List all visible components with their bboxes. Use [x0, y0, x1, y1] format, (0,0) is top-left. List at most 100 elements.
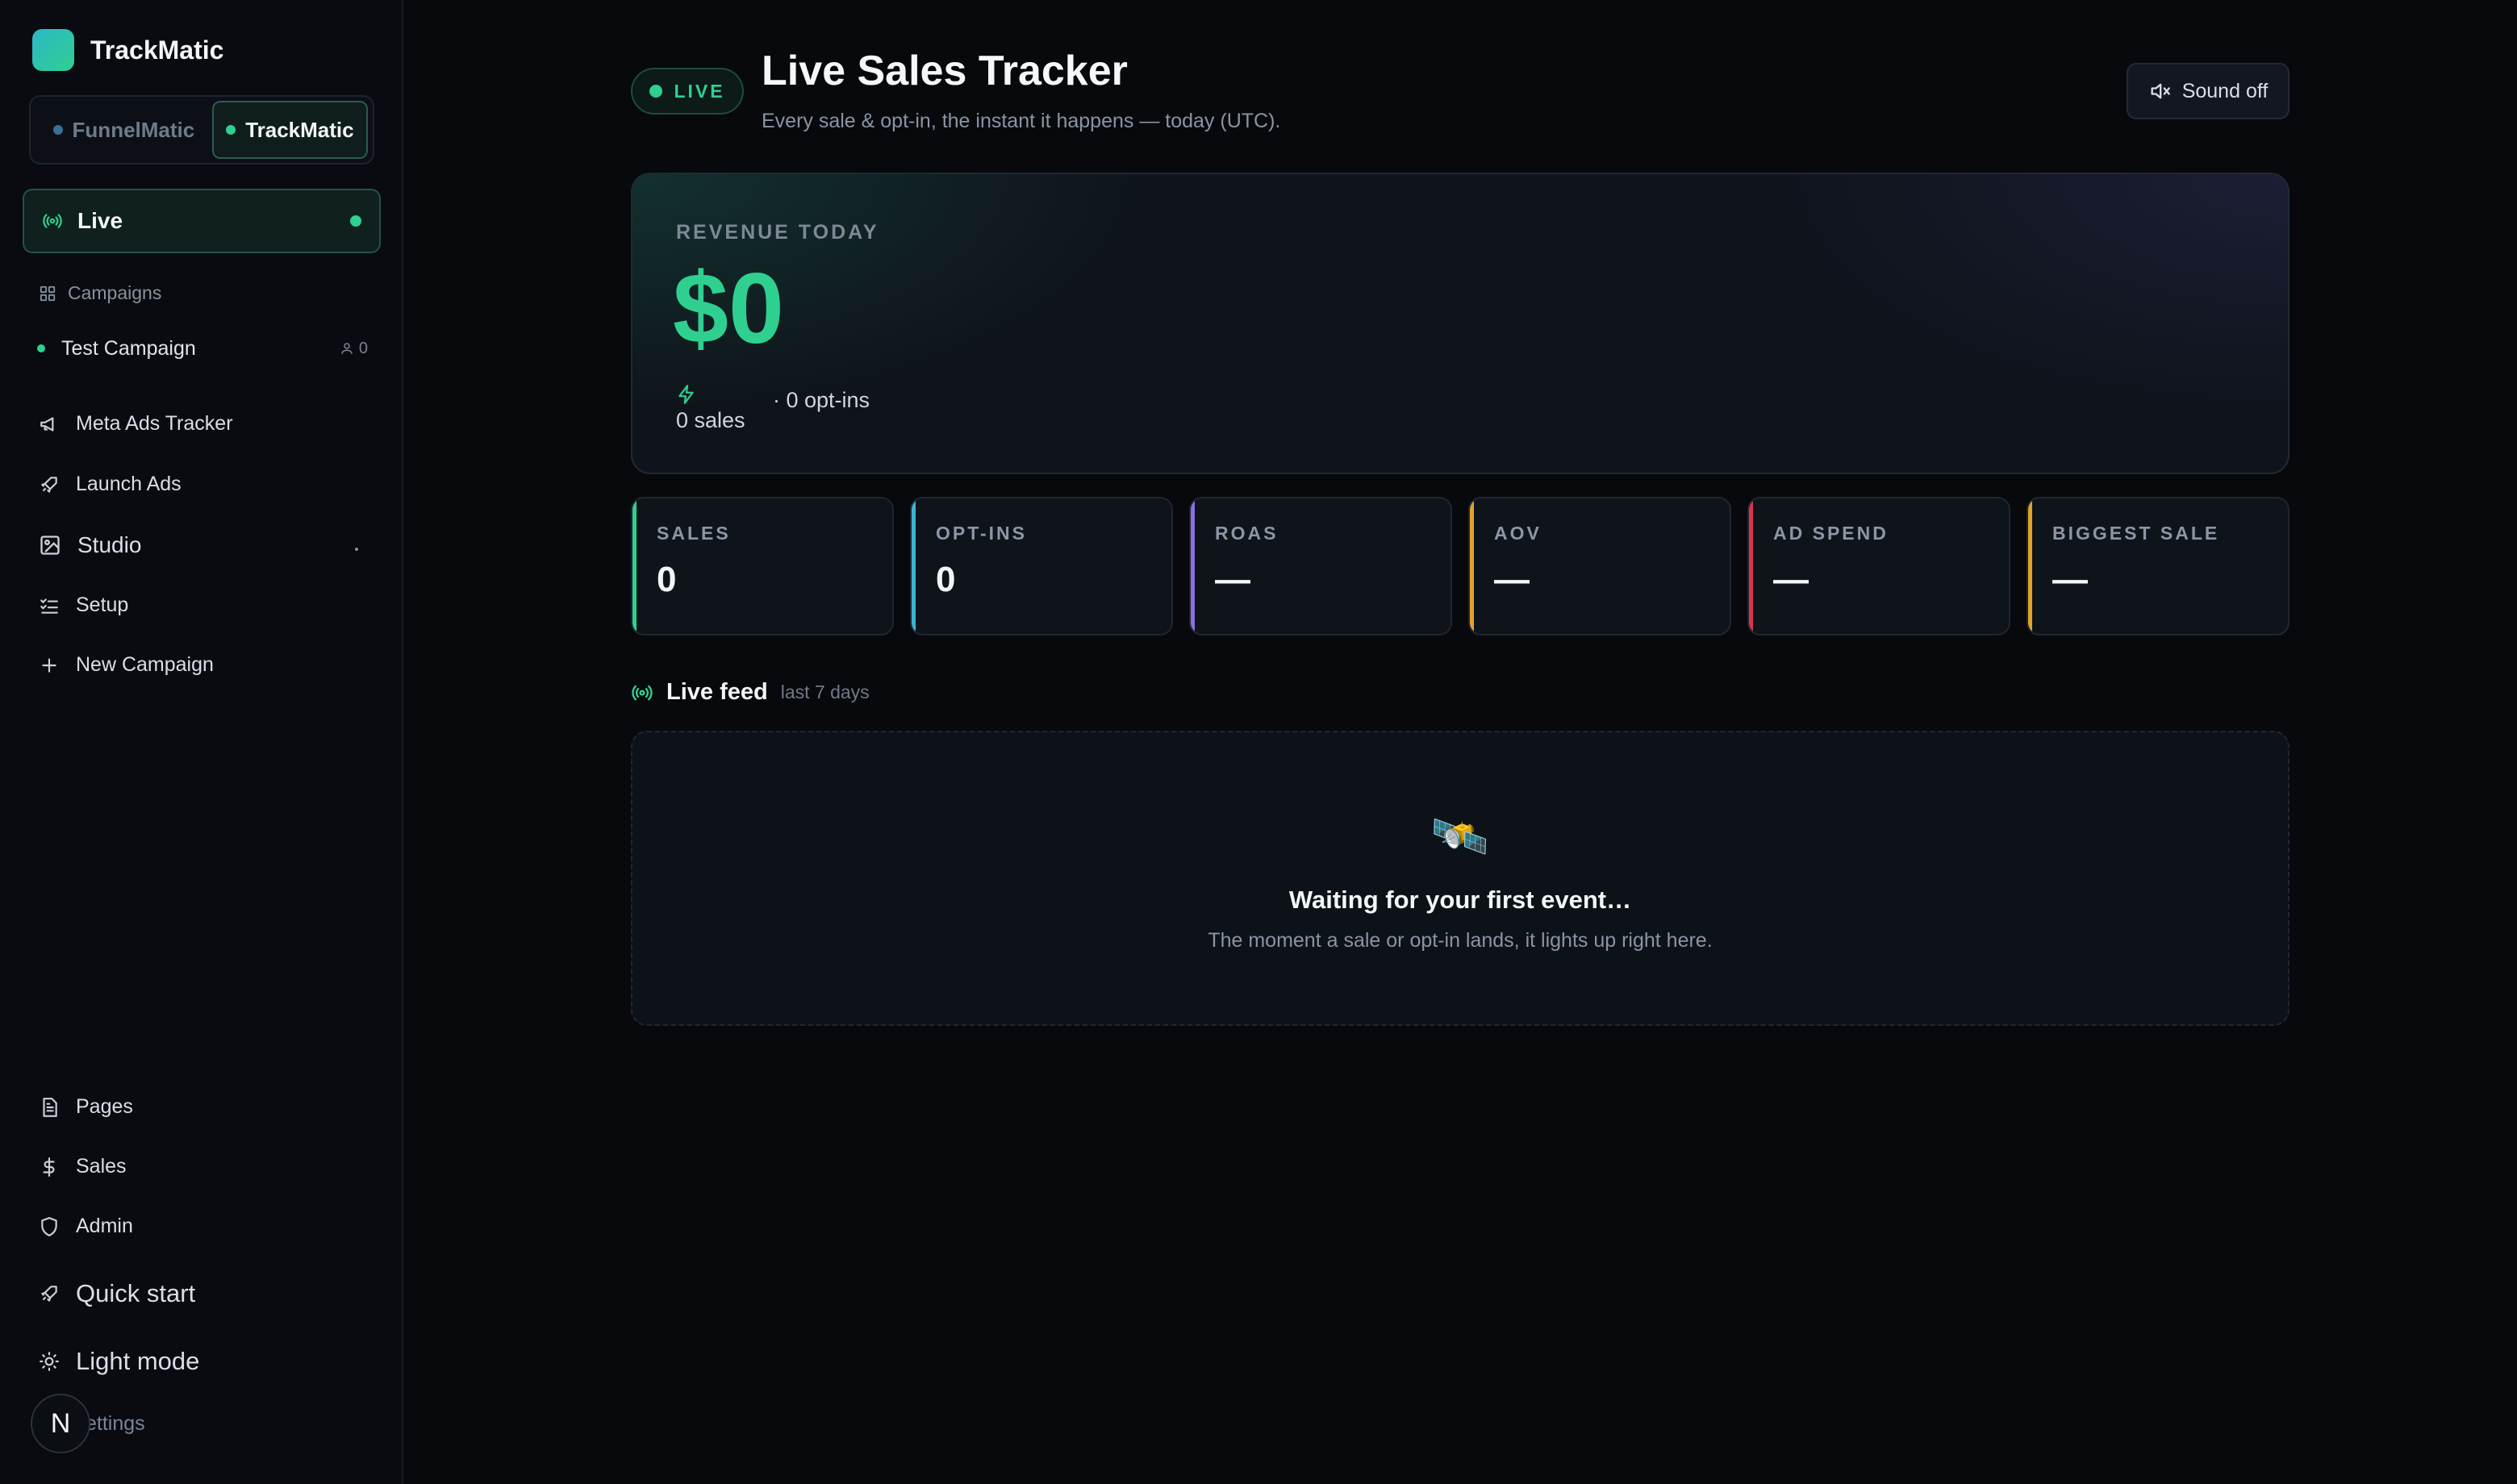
- stat-accent-bar: [1749, 498, 1753, 634]
- campaign-name: Test Campaign: [61, 336, 196, 360]
- campaign-status-dot: [37, 344, 45, 352]
- campaigns-heading-label: Campaigns: [68, 282, 162, 303]
- stat-accent-bar: [1191, 498, 1195, 634]
- stat-value: —: [2052, 560, 2088, 599]
- page-title: Live Sales Tracker: [762, 48, 1128, 94]
- user-icon: [341, 343, 353, 354]
- stats-row: SALES 0 OPT-INS 0 ROAS — AOV — AD SPEND …: [631, 497, 2290, 636]
- stat-label: BIGGEST SALE: [2052, 523, 2220, 544]
- live-feed-range: last 7 days: [780, 682, 870, 702]
- sidebar-item-label: Pages: [76, 1095, 133, 1118]
- image-edit-icon: [39, 534, 61, 556]
- stat-label: AOV: [1494, 523, 1542, 544]
- revenue-card: REVENUE TODAY $0 0 sales · 0 opt-ins: [631, 173, 2290, 474]
- revenue-value: $0: [673, 253, 784, 365]
- brand-name: TrackMatic: [90, 35, 224, 65]
- sidebar-item-label: Studio: [77, 532, 142, 557]
- sidebar-item-label: Quick start: [76, 1279, 196, 1307]
- stat-card-biggest-sale: BIGGEST SALE —: [2027, 497, 2290, 636]
- sidebar-item-studio[interactable]: Studio: [39, 532, 141, 558]
- document-icon: [39, 1097, 60, 1118]
- sidebar-item-label: Light mode: [76, 1347, 200, 1375]
- grid-icon: [39, 285, 56, 302]
- switch-funnelmatic-label: FunnelMatic: [72, 117, 195, 142]
- status-dot: [226, 125, 236, 135]
- rocket-icon: [39, 474, 60, 495]
- light-mode-toggle[interactable]: Light mode: [39, 1347, 199, 1376]
- switch-trackmatic-button[interactable]: TrackMatic: [211, 101, 368, 159]
- switch-trackmatic-label: TrackMatic: [245, 117, 354, 142]
- stat-card-sales: SALES 0: [631, 497, 894, 636]
- sidebar-item-live[interactable]: Live: [23, 189, 381, 253]
- stat-label: AD SPEND: [1773, 523, 1889, 544]
- sidebar-item-label: New Campaign: [76, 653, 214, 676]
- live-feed-empty-state: 🛰️ Waiting for your first event… The mom…: [631, 731, 2290, 1026]
- sidebar-item-label: Setup: [76, 594, 129, 616]
- lightning-icon: [676, 384, 697, 405]
- stat-value: —: [1215, 560, 1250, 599]
- stat-accent-bar: [1470, 498, 1474, 634]
- campaign-count-value: 0: [358, 339, 368, 357]
- live-badge-label: LIVE: [674, 80, 725, 102]
- sidebar-item-settings[interactable]: ettings: [86, 1412, 145, 1436]
- sidebar-item-meta-ads-tracker[interactable]: Meta Ads Tracker: [39, 412, 233, 436]
- broadcast-icon: [631, 682, 653, 704]
- sidebar-item-label: Sales: [76, 1155, 127, 1178]
- stat-value: 0: [657, 560, 677, 599]
- stat-value: 0: [936, 560, 956, 599]
- status-dot: [52, 125, 63, 135]
- stat-label: SALES: [657, 523, 731, 544]
- page-subtitle: Every sale & opt-in, the instant it happ…: [762, 110, 1281, 132]
- stat-card-roas: ROAS —: [1189, 497, 1452, 636]
- sidebar-item-label: Meta Ads Tracker: [76, 412, 233, 435]
- sidebar-item-admin[interactable]: Admin: [39, 1215, 133, 1238]
- revenue-optins-count: · 0 opt-ins: [773, 388, 870, 412]
- sun-icon: [39, 1351, 60, 1372]
- campaign-user-count: 0: [340, 340, 368, 358]
- satellite-icon: 🛰️: [1430, 811, 1490, 863]
- studio-indicator-dot: [355, 548, 358, 551]
- revenue-label: REVENUE TODAY: [676, 221, 879, 244]
- shield-icon: [39, 1216, 60, 1237]
- empty-state-title: Waiting for your first event…: [1288, 886, 1632, 914]
- live-status-badge: LIVE: [631, 68, 744, 115]
- avatar[interactable]: N: [31, 1394, 90, 1453]
- stat-card-optins: OPT-INS 0: [910, 497, 1173, 636]
- stat-label: ROAS: [1215, 523, 1279, 544]
- volume-mute-icon: [2148, 80, 2171, 102]
- stat-accent-bar: [2028, 498, 2032, 634]
- live-feed-header: Live feed last 7 days: [631, 679, 870, 706]
- sidebar-item-launch-ads[interactable]: Launch Ads: [39, 473, 182, 496]
- brand[interactable]: TrackMatic: [32, 29, 223, 71]
- stat-accent-bar: [912, 498, 916, 634]
- stat-card-aov: AOV —: [1468, 497, 1731, 636]
- sidebar-item-new-campaign[interactable]: New Campaign: [39, 653, 214, 677]
- sound-toggle-button[interactable]: Sound off: [2127, 63, 2290, 119]
- stat-value: —: [1773, 560, 1809, 599]
- sidebar-item-label: Admin: [76, 1215, 133, 1237]
- empty-state-text: The moment a sale or opt-in lands, it li…: [1208, 929, 1713, 952]
- sidebar-item-setup[interactable]: Setup: [39, 594, 128, 617]
- stat-accent-bar: [632, 498, 637, 634]
- revenue-sales-count: 0 sales: [676, 408, 745, 432]
- sound-toggle-label: Sound off: [2181, 79, 2269, 102]
- live-indicator-dot: [350, 215, 361, 227]
- sidebar-item-sales[interactable]: Sales: [39, 1155, 127, 1178]
- sidebar-item-pages[interactable]: Pages: [39, 1095, 133, 1119]
- stat-value: —: [1494, 560, 1530, 599]
- sidebar-item-label: Launch Ads: [76, 473, 182, 495]
- sidebar: TrackMatic FunnelMatic TrackMatic Live C: [0, 0, 403, 1484]
- sidebar-item-campaign[interactable]: Test Campaign 0: [37, 332, 368, 365]
- rocket-icon: [39, 1283, 60, 1304]
- checklist-icon: [39, 595, 60, 616]
- campaigns-heading: Campaigns: [39, 282, 161, 304]
- live-feed-title: Live feed: [666, 679, 768, 705]
- stat-card-ad-spend: AD SPEND —: [1747, 497, 2010, 636]
- sidebar-item-quick-start[interactable]: Quick start: [39, 1279, 195, 1308]
- dollar-icon: [39, 1157, 60, 1178]
- product-switcher: FunnelMatic TrackMatic: [29, 95, 374, 165]
- live-dot: [649, 85, 663, 98]
- switch-funnelmatic-button[interactable]: FunnelMatic: [35, 101, 212, 159]
- stat-label: OPT-INS: [936, 523, 1028, 544]
- app-root: TrackMatic FunnelMatic TrackMatic Live C: [0, 0, 2517, 1484]
